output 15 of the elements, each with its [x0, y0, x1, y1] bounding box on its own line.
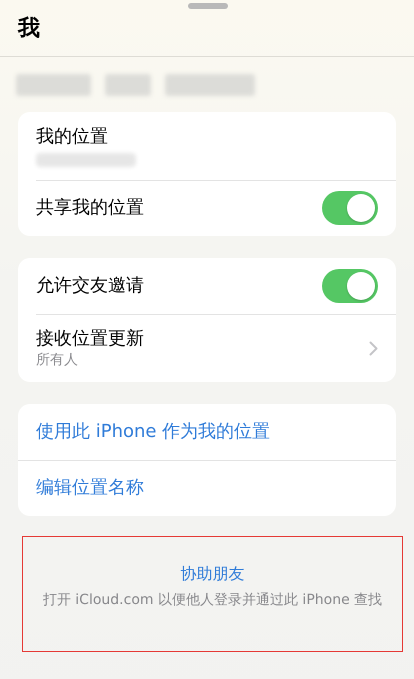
blurred-text	[105, 74, 151, 96]
row-label: 允许交友邀请	[36, 274, 144, 298]
help-description: 打开 iCloud.com 以便他人登录并通过此 iPhone 查找	[42, 591, 382, 609]
action-link[interactable]: 使用此 iPhone 作为我的位置	[36, 420, 270, 444]
chevron-icon[interactable]	[369, 340, 378, 356]
toggle-switch[interactable]	[322, 269, 378, 303]
toggle-switch[interactable]	[322, 191, 378, 225]
grabber-handle[interactable]	[188, 3, 228, 9]
row-label: 我的位置	[36, 125, 108, 149]
row-label: 接收位置更新	[36, 327, 144, 351]
page-title: 我	[18, 15, 40, 43]
row-label: 共享我的位置	[36, 196, 144, 220]
row-subtitle: 所有人	[36, 351, 78, 369]
action-link[interactable]: 编辑位置名称	[36, 476, 144, 500]
help-friend-link[interactable]: 协助朋友	[180, 563, 244, 585]
